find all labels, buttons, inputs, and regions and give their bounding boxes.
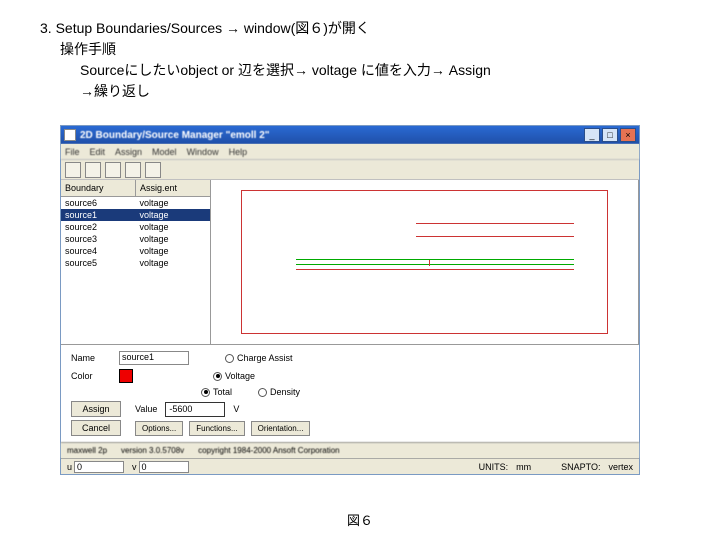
properties-panel: Name source1 Charge Assist Color Voltage… (61, 344, 639, 442)
radio-charge[interactable]: Charge Assist (225, 353, 293, 363)
menu-edit[interactable]: Edit (90, 147, 106, 157)
orientation-button[interactable]: Orientation... (251, 421, 311, 436)
cancel-button[interactable]: Cancel (71, 420, 121, 436)
options-button[interactable]: Options... (135, 421, 183, 436)
toolbar-button[interactable] (105, 162, 121, 178)
canvas-marker (429, 260, 430, 266)
radio-voltage[interactable]: Voltage (213, 371, 255, 381)
column-assignment: Assig.ent (136, 180, 210, 196)
status-bar: maxwell 2p version 3.0.5708v copyright 1… (61, 442, 639, 458)
snap-value: vertex (608, 462, 633, 472)
source-list-panel: Boundary Assig.ent source6voltage source… (61, 180, 211, 344)
value-label: Value (135, 404, 157, 414)
toolbar-button[interactable] (65, 162, 81, 178)
status-version: version 3.0.5708v (121, 446, 184, 455)
menu-help[interactable]: Help (229, 147, 248, 157)
close-button[interactable]: × (620, 128, 636, 142)
canvas-line (296, 259, 574, 260)
column-boundary: Boundary (61, 180, 136, 196)
toolbar (61, 160, 639, 180)
unit-label: V (233, 404, 239, 414)
minimize-button[interactable]: _ (584, 128, 600, 142)
instruction-line-2: 操作手順 (40, 39, 680, 60)
figure-caption: 図６ (0, 510, 720, 529)
status-app: maxwell 2p (67, 446, 107, 455)
menu-window[interactable]: Window (187, 147, 219, 157)
name-input[interactable]: source1 (119, 351, 189, 365)
list-item: source1voltage (61, 209, 210, 221)
maximize-button[interactable]: □ (602, 128, 618, 142)
color-swatch[interactable] (119, 369, 133, 383)
v-input[interactable]: 0 (139, 461, 189, 473)
canvas-line (296, 264, 574, 265)
coordinate-bar: u 0 v 0 UNITS: mm SNAPTO: vertex (61, 458, 639, 474)
list-item: source4voltage (61, 245, 210, 257)
radio-total[interactable]: Total (201, 387, 232, 397)
instruction-line-1: 3. Setup Boundaries/Sources → window(図６)… (40, 18, 680, 39)
window-title: 2D Boundary/Source Manager "emoll 2" (80, 130, 584, 141)
status-copyright: copyright 1984-2000 Ansoft Corporation (198, 446, 339, 455)
instruction-line-3: Sourceにしたいobject or 辺を選択→ voltage に値を入力→… (40, 60, 680, 81)
snap-label: SNAPTO: (561, 462, 600, 472)
value-input[interactable] (165, 402, 225, 417)
list-item: source6voltage (61, 197, 210, 209)
source-list[interactable]: source6voltage source1voltage source2vol… (61, 197, 210, 344)
instruction-line-4: →繰り返し (40, 81, 680, 102)
model-canvas[interactable] (211, 180, 639, 344)
menu-assign[interactable]: Assign (115, 147, 142, 157)
canvas-line (416, 223, 574, 224)
canvas-line (416, 236, 574, 237)
boundary-source-window: 2D Boundary/Source Manager "emoll 2" _ □… (60, 125, 640, 475)
toolbar-button[interactable] (125, 162, 141, 178)
u-input[interactable]: 0 (74, 461, 124, 473)
canvas-bounds (241, 190, 608, 334)
functions-button[interactable]: Functions... (189, 421, 244, 436)
u-label: u (67, 462, 72, 472)
radio-density[interactable]: Density (258, 387, 300, 397)
instruction-block: 3. Setup Boundaries/Sources → window(図６)… (0, 0, 720, 110)
list-item: source3voltage (61, 233, 210, 245)
units-value: mm (516, 462, 531, 472)
menu-model[interactable]: Model (152, 147, 177, 157)
assign-button[interactable]: Assign (71, 401, 121, 417)
menu-file[interactable]: File (65, 147, 80, 157)
name-label: Name (71, 353, 111, 363)
toolbar-button[interactable] (145, 162, 161, 178)
units-label: UNITS: (479, 462, 509, 472)
color-label: Color (71, 371, 111, 381)
toolbar-button[interactable] (85, 162, 101, 178)
v-label: v (132, 462, 137, 472)
list-item: source5voltage (61, 257, 210, 269)
canvas-line (296, 269, 574, 270)
titlebar: 2D Boundary/Source Manager "emoll 2" _ □… (61, 126, 639, 144)
menubar: File Edit Assign Model Window Help (61, 144, 639, 160)
list-item: source2voltage (61, 221, 210, 233)
app-icon (64, 129, 76, 141)
